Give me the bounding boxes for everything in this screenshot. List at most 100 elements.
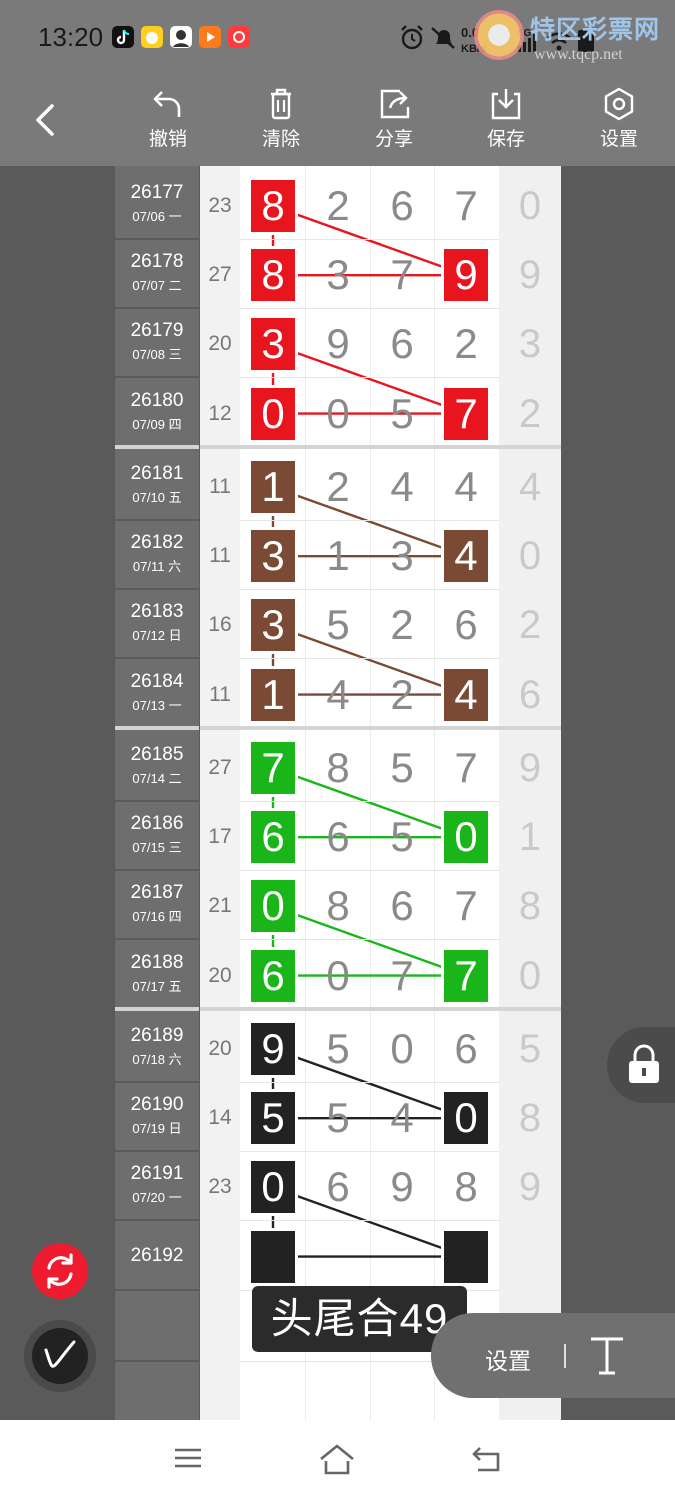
highlighted-digit[interactable]: 3 [251, 530, 295, 583]
extra-value: 1 [518, 815, 542, 860]
extra-value: 3 [518, 322, 542, 367]
digit[interactable]: 3 [316, 249, 360, 301]
digit[interactable]: 4 [316, 669, 360, 721]
issue-cell: 26177 07/06 一 [115, 172, 199, 240]
text-settings-panel: 设置 [431, 1313, 675, 1398]
digit[interactable]: 2 [316, 461, 360, 513]
issue-date: 07/06 一 [132, 209, 182, 224]
digit[interactable]: 4 [444, 461, 488, 513]
digit[interactable]: 9 [316, 318, 360, 370]
digit[interactable]: 4 [380, 461, 424, 513]
digit[interactable]: 2 [444, 318, 488, 370]
clear-button[interactable]: 清除 [241, 86, 321, 162]
digit[interactable]: 5 [316, 599, 360, 651]
digit[interactable]: 5 [380, 811, 424, 863]
highlighted-digit[interactable]: 1 [251, 461, 295, 513]
highlighted-digit[interactable]: 4 [444, 668, 488, 721]
digit[interactable]: 7 [444, 880, 488, 932]
sum-value: 11 [209, 544, 231, 568]
highlighted-digit[interactable]: 6 [251, 949, 295, 1002]
digit[interactable]: 0 [316, 950, 360, 1002]
digit[interactable]: 2 [380, 599, 424, 651]
extra-column: 0 9 3 2 4 0 2 6 9 1 8 0 5 8 9 [499, 166, 561, 1420]
digit[interactable]: 6 [444, 1023, 488, 1075]
group-separator [499, 726, 561, 730]
digit-grid[interactable]: 8267837939620057124431343526142478576650… [240, 166, 499, 1434]
highlighted-digit[interactable]: 9 [251, 1023, 295, 1075]
settings-hex-icon [604, 87, 634, 121]
digit[interactable]: 6 [316, 811, 360, 863]
digit[interactable]: 6 [444, 599, 488, 651]
back-nav-icon[interactable] [470, 1442, 504, 1476]
digit[interactable]: 5 [380, 388, 424, 440]
share-button[interactable]: 分享 [354, 86, 434, 162]
highlighted-digit[interactable]: 3 [251, 599, 295, 652]
highlighted-digit[interactable]: 0 [444, 811, 488, 864]
highlighted-digit[interactable]: 6 [251, 811, 295, 864]
digit[interactable]: 7 [380, 950, 424, 1002]
digit[interactable]: 5 [380, 742, 424, 794]
digit[interactable]: 6 [380, 180, 424, 232]
highlighted-digit[interactable]: 7 [444, 949, 488, 1002]
digit[interactable]: 7 [380, 249, 424, 301]
highlighted-digit[interactable]: 8 [251, 180, 295, 232]
digit[interactable]: 1 [316, 530, 360, 582]
back-button[interactable] [24, 98, 68, 142]
digit[interactable]: 6 [380, 318, 424, 370]
digit[interactable]: 4 [380, 1092, 424, 1144]
highlighted-digit[interactable]: 0 [251, 1161, 295, 1214]
digit[interactable]: 5 [316, 1092, 360, 1144]
extra-value: 2 [518, 603, 542, 648]
highlighted-digit[interactable]: 7 [251, 742, 295, 794]
digit[interactable]: 8 [316, 880, 360, 932]
text-tool-icon[interactable] [587, 1331, 627, 1379]
highlighted-digit[interactable]: 0 [251, 387, 295, 440]
menu-icon[interactable] [172, 1442, 204, 1474]
highlighted-digit[interactable] [444, 1230, 488, 1283]
issue-date: 07/07 二 [132, 278, 182, 294]
digit[interactable]: 2 [316, 180, 360, 232]
highlighted-digit[interactable]: 5 [251, 1092, 295, 1145]
issue-cell: 26192 [115, 1223, 199, 1291]
digit[interactable]: 0 [316, 388, 360, 440]
highlighted-digit[interactable]: 1 [251, 668, 295, 721]
digit[interactable]: 7 [444, 180, 488, 232]
settings-button[interactable]: 设置 [579, 86, 659, 162]
lock-button[interactable] [607, 1027, 675, 1103]
sync-button[interactable] [32, 1243, 88, 1299]
issue-number: 26185 [130, 744, 184, 765]
digit[interactable]: 3 [380, 530, 424, 582]
digit[interactable]: 5 [316, 1023, 360, 1075]
pen-button[interactable] [24, 1320, 96, 1392]
digit[interactable]: 8 [316, 742, 360, 794]
undo-button[interactable]: 撤销 [128, 86, 208, 162]
highlighted-digit[interactable]: 8 [251, 249, 295, 302]
issue-date: 07/20 一 [132, 1190, 182, 1206]
highlighted-digit[interactable] [251, 1230, 295, 1283]
digit[interactable]: 0 [380, 1023, 424, 1075]
trend-chart[interactable]: 26177 07/06 一 26178 07/07 二 26179 07/08 三 2618… [0, 166, 675, 1434]
digit[interactable]: 8 [444, 1161, 488, 1213]
digit[interactable]: 9 [380, 1161, 424, 1213]
home-icon[interactable] [318, 1442, 356, 1476]
group-separator [499, 1007, 561, 1011]
digit[interactable]: 6 [380, 880, 424, 932]
highlighted-digit[interactable]: 3 [251, 318, 295, 371]
clear-label: 清除 [261, 129, 300, 150]
digit[interactable]: 7 [444, 742, 488, 794]
highlighted-digit[interactable]: 7 [444, 387, 488, 440]
highlighted-digit[interactable]: 9 [444, 249, 488, 302]
highlighted-digit[interactable]: 0 [251, 880, 295, 933]
highlighted-digit[interactable]: 0 [444, 1092, 488, 1145]
issue-cell: 26189 07/18 六 [115, 1015, 199, 1083]
issue-cell: 26182 07/11 六 [115, 522, 199, 591]
text-settings-button[interactable]: 设置 [485, 1342, 531, 1376]
watermark-logo [474, 10, 524, 60]
issue-date: 07/18 六 [132, 1052, 182, 1067]
digit[interactable]: 6 [316, 1161, 360, 1213]
issue-date: 07/16 四 [132, 909, 182, 925]
highlighted-digit[interactable]: 4 [444, 530, 488, 583]
save-button[interactable]: 保存 [466, 86, 546, 162]
extra-value: 8 [518, 1096, 542, 1141]
digit[interactable]: 2 [380, 669, 424, 721]
